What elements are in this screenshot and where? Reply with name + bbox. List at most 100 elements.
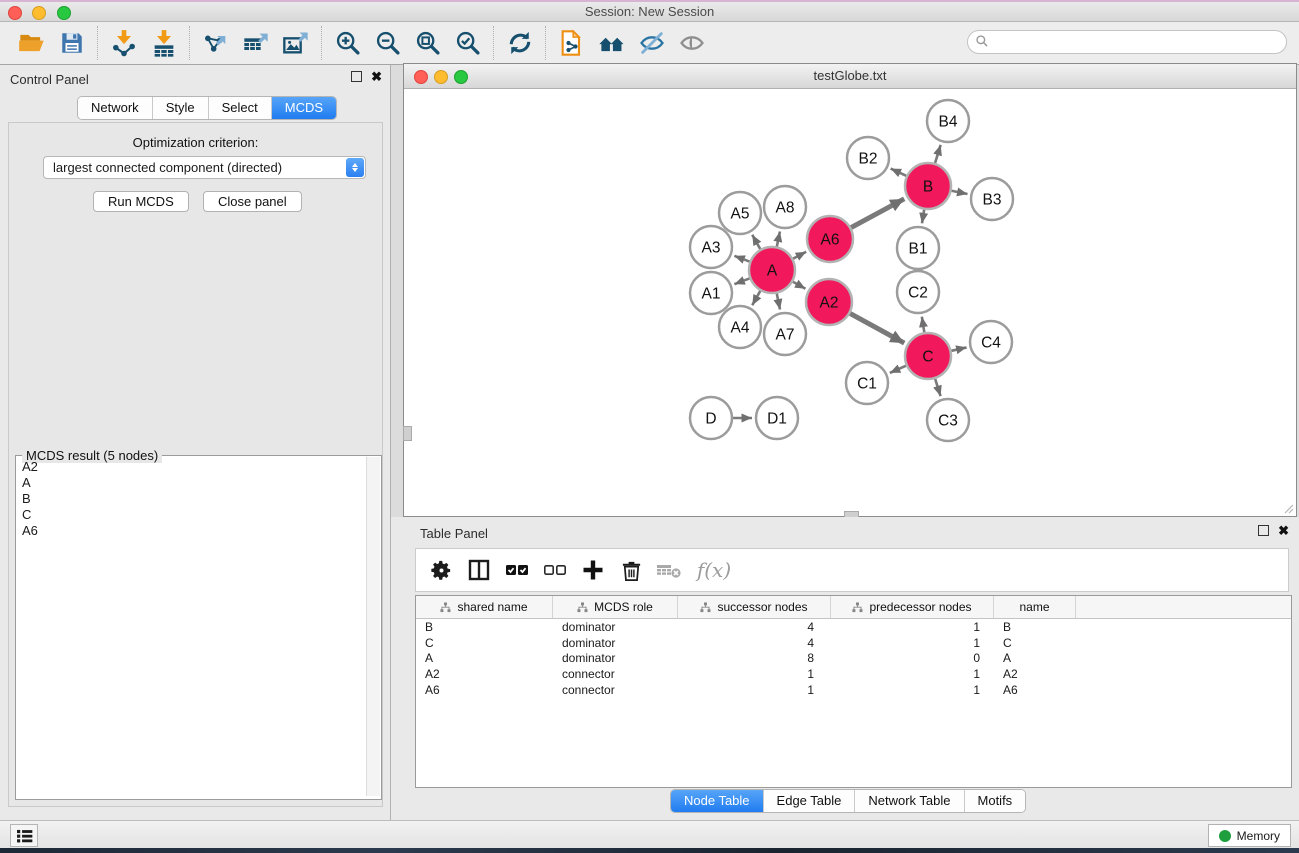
save-session-icon[interactable] (52, 25, 92, 61)
column-header[interactable]: name (994, 596, 1076, 618)
toolbar-separator (321, 26, 323, 60)
panel-divider-handle[interactable] (403, 426, 412, 441)
import-network-icon[interactable] (104, 25, 144, 61)
memory-button[interactable]: Memory (1208, 824, 1291, 847)
graph-edge[interactable] (890, 366, 906, 373)
apply-layout-icon[interactable] (500, 25, 540, 61)
export-image-icon[interactable] (276, 25, 316, 61)
graph-node-label: A4 (731, 320, 750, 337)
table-options-icon[interactable] (424, 553, 458, 587)
graph-edge[interactable] (935, 379, 940, 396)
tab-mcds[interactable]: MCDS (271, 97, 336, 119)
column-header[interactable]: successor nodes (678, 596, 831, 618)
graph-edge[interactable] (922, 317, 924, 333)
tab-network-table[interactable]: Network Table (854, 790, 963, 812)
graph-node-label: B (923, 179, 933, 196)
graph-node-label: A7 (776, 327, 795, 344)
tab-node-table[interactable]: Node Table (671, 790, 763, 812)
graph-node-label: A5 (731, 206, 750, 223)
mcds-tab-panel: Optimization criterion: largest connecte… (8, 122, 383, 807)
graph-node-label: B3 (983, 192, 1002, 209)
graph-edge[interactable] (734, 278, 749, 284)
graph-node-label: B2 (859, 151, 878, 168)
column-header[interactable]: shared name (416, 596, 553, 618)
resize-grip-icon[interactable] (1284, 504, 1294, 514)
import-table-icon[interactable] (144, 25, 184, 61)
table-panel: Table Panel ✖ f(x) (391, 517, 1299, 820)
column-header[interactable]: predecessor nodes (831, 596, 994, 618)
graph-edge[interactable] (752, 235, 760, 249)
column-header[interactable]: MCDS role (553, 596, 678, 618)
graph-node-label: A1 (702, 286, 721, 303)
new-network-from-selection-icon[interactable] (552, 25, 592, 61)
run-mcds-button[interactable]: Run MCDS (93, 191, 189, 212)
result-scrollbar[interactable] (366, 457, 380, 796)
graph-node-label: B1 (909, 241, 928, 258)
float-panel-icon[interactable] (351, 71, 362, 82)
optimization-criterion-label: Optimization criterion: (9, 135, 382, 150)
graph-edge[interactable] (952, 191, 968, 194)
table-row[interactable]: A6connector11A6 (416, 682, 1291, 698)
graph-edge[interactable] (851, 199, 904, 228)
zoom-out-icon[interactable] (368, 25, 408, 61)
float-panel-icon[interactable] (1258, 525, 1269, 536)
desktop-sliver-bottom (0, 848, 1299, 853)
network-window-titlebar[interactable]: testGlobe.txt (404, 64, 1296, 89)
table-row[interactable]: A2connector111A2 (416, 666, 1291, 682)
list-item[interactable]: C (16, 507, 364, 523)
table-row[interactable]: Adominator80A (416, 651, 1291, 667)
close-panel-icon[interactable]: ✖ (371, 71, 382, 82)
zoom-selected-icon[interactable] (448, 25, 488, 61)
graph-edge[interactable] (891, 169, 907, 176)
search-input[interactable] (967, 30, 1287, 54)
dropdown-value: largest connected component (directed) (53, 160, 282, 175)
tab-style[interactable]: Style (152, 97, 208, 119)
graph-edge[interactable] (734, 256, 749, 262)
tab-edge-table[interactable]: Edge Table (763, 790, 855, 812)
graph-edge[interactable] (777, 294, 780, 310)
graph-edge[interactable] (793, 282, 806, 289)
tab-network[interactable]: Network (78, 97, 152, 119)
tab-motifs[interactable]: Motifs (964, 790, 1026, 812)
table-row[interactable]: Bdominator41B (416, 619, 1291, 635)
graph-edge[interactable] (777, 231, 780, 246)
graph-node-label: A3 (702, 240, 721, 257)
tab-select[interactable]: Select (208, 97, 271, 119)
open-session-icon[interactable] (12, 25, 52, 61)
export-table-icon[interactable] (236, 25, 276, 61)
hide-selected-icon[interactable] (632, 25, 672, 61)
graph-edge[interactable] (850, 313, 904, 343)
select-all-checks-icon[interactable] (500, 553, 534, 587)
zoom-in-icon[interactable] (328, 25, 368, 61)
add-column-icon[interactable] (576, 553, 610, 587)
table-row[interactable]: Cdominator41C (416, 635, 1291, 651)
network-graph[interactable]: B4B2BB3A8A5A6A3B1AA1C2A2A4A7C4CC1C3DD1 (404, 89, 1296, 516)
export-network-icon[interactable] (196, 25, 236, 61)
list-item[interactable]: A (16, 475, 364, 491)
graph-edge[interactable] (752, 291, 760, 305)
graph-edge[interactable] (935, 145, 941, 163)
graph-node-label: C4 (981, 335, 1001, 352)
clear-all-checks-icon[interactable] (538, 553, 572, 587)
optimization-criterion-dropdown[interactable]: largest connected component (directed) (43, 156, 366, 179)
network-window-title: testGlobe.txt (404, 68, 1296, 83)
list-item[interactable]: A6 (16, 523, 364, 539)
list-item[interactable]: B (16, 491, 364, 507)
app-titlebar: Session: New Session (0, 0, 1299, 22)
list-item[interactable]: A2 (16, 459, 364, 475)
show-columns-icon[interactable] (462, 553, 496, 587)
graph-edge[interactable] (922, 210, 924, 224)
zoom-fit-icon[interactable] (408, 25, 448, 61)
network-canvas[interactable]: B4B2BB3A8A5A6A3B1AA1C2A2A4A7C4CC1C3DD1 (404, 89, 1296, 516)
graph-edge[interactable] (793, 252, 806, 259)
close-panel-button[interactable]: Close panel (203, 191, 302, 212)
delete-columns-icon[interactable] (614, 553, 648, 587)
column-type-icon (577, 602, 588, 613)
show-all-icon[interactable] (672, 25, 712, 61)
graph-edge[interactable] (951, 347, 966, 350)
close-panel-icon[interactable]: ✖ (1278, 525, 1289, 536)
network-view-window: testGlobe.txt B4B2BB3A8A5A6A3B1AA1C2A2A4… (403, 63, 1297, 517)
show-log-button[interactable] (10, 824, 38, 847)
first-neighbors-icon[interactable] (592, 25, 632, 61)
graph-node-label: A6 (821, 232, 840, 249)
